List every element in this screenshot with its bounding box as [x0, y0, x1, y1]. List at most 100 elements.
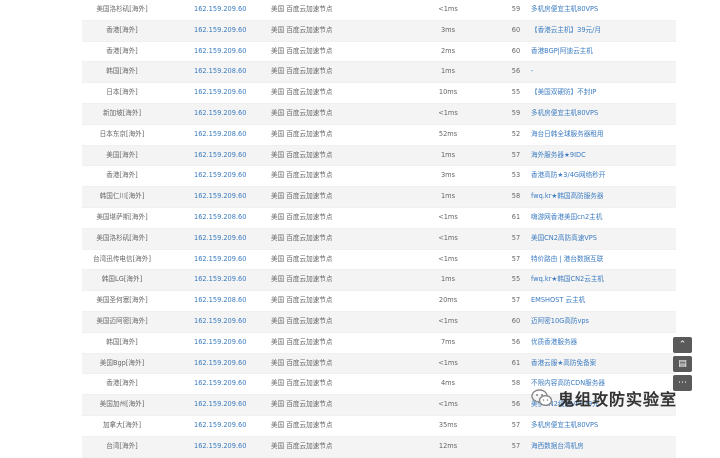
sponsor-link[interactable]: 香港BGP|阿迪云主机	[531, 42, 593, 62]
sponsor-link[interactable]: fwq.kr★韩国高防服务器	[531, 187, 603, 207]
ip-link[interactable]: 162.159.209.60	[194, 437, 246, 457]
isp-cell: 美国 百度云加速节点	[271, 129, 333, 138]
location-cell: 香港[海外]	[106, 25, 138, 34]
ttl-cell: 58	[511, 379, 521, 388]
isp-cell: 美国 百度云加速节点	[271, 5, 333, 13]
latency-cell: <1ms	[438, 233, 458, 242]
latency-cell: 35ms	[438, 420, 458, 429]
isp-cell: 美国 百度云加速节点	[271, 337, 333, 346]
table-row: 韩国LG[海外] 162.159.209.60 美国 百度云加速节点 1ms 55 fwq…	[82, 270, 676, 292]
latency-cell: 12ms	[438, 441, 458, 450]
sponsor-link[interactable]: 多机房便宜主机80VPS	[531, 0, 598, 20]
latency-cell: 10ms	[438, 88, 458, 97]
feedback-icon[interactable]: ▤	[673, 356, 692, 372]
ip-link[interactable]: 162.159.209.60	[194, 166, 246, 186]
table-row: 美国Bgp[海外] 162.159.209.60 美国 百度云加速节点 <1ms 61 香…	[82, 353, 676, 375]
isp-cell: 美国 百度云加速节点	[271, 67, 333, 76]
ip-link[interactable]: 162.159.209.60	[194, 354, 246, 374]
sponsor-link[interactable]: -	[531, 62, 533, 82]
sponsor-link[interactable]: 【香港云主机】39元/月	[531, 21, 601, 41]
ip-link[interactable]: 162.159.208.60	[194, 208, 246, 228]
ip-link[interactable]: 162.159.209.60	[194, 83, 246, 103]
location-cell: 韩国仁川[海外]	[99, 192, 145, 201]
ip-link[interactable]: 162.159.209.60	[194, 312, 246, 332]
location-cell: 美国洛杉矶[海外]	[96, 233, 148, 242]
sponsor-link[interactable]: 香港云服★高防免备案	[531, 354, 596, 374]
ip-link[interactable]: 162.159.209.60	[194, 333, 246, 353]
latency-cell: 4ms	[440, 379, 456, 388]
sponsor-link[interactable]: EMSHOST 云主机	[531, 291, 585, 311]
location-cell: 韩国[海外]	[106, 337, 138, 346]
latency-cell: 2ms	[440, 46, 456, 55]
location-cell: 日本东京[海外]	[99, 129, 145, 138]
ttl-cell: 56	[511, 400, 521, 409]
latency-cell: <1ms	[438, 5, 458, 13]
sponsor-link[interactable]: 【美国双硬防】不封IP	[531, 83, 596, 103]
isp-cell: 美国 百度云加速节点	[271, 296, 333, 305]
table-row: 台湾[海外] 162.159.209.60 美国 百度云加速节点 12ms 57 海西数据…	[82, 436, 676, 458]
location-cell: 美国迈阿密[海外]	[96, 316, 148, 325]
ip-link[interactable]: 162.159.209.60	[194, 374, 246, 394]
ttl-cell: 57	[511, 296, 521, 305]
sponsor-link[interactable]: fwq.kr★韩国CN2云主机	[531, 270, 604, 290]
sponsor-link[interactable]: 香港高防★3/4G网络秒开	[531, 166, 605, 186]
table-row: 韩国[海外] 162.159.209.60 美国 百度云加速节点 7ms 56 优质香港服…	[82, 333, 676, 354]
location-cell: 韩国[海外]	[106, 67, 138, 76]
ip-link[interactable]: 162.159.209.60	[194, 250, 246, 270]
ttl-cell: 57	[511, 233, 521, 242]
wechat-logo-icon	[531, 389, 553, 407]
ip-link[interactable]: 162.159.209.60	[194, 146, 246, 166]
table-row: 香港[海外] 162.159.209.60 美国 百度云加速节点 3ms 60 【香港云主…	[82, 20, 676, 42]
table-row: 加拿大[海外] 162.159.209.60 美国 百度云加速节点 35ms 57 多机房…	[82, 416, 676, 437]
ip-link[interactable]: 162.159.209.60	[194, 21, 246, 41]
isp-cell: 美国 百度云加速节点	[271, 316, 333, 325]
table-row: 美国圣何塞[海外] 162.159.208.60 美国 百度云加速节点 20ms 57 E…	[82, 291, 676, 312]
sponsor-link[interactable]: 多机房便宜主机80VPS	[531, 104, 598, 124]
sponsor-link[interactable]: 迈阿密10G高防vps	[531, 312, 589, 332]
ip-link[interactable]: 162.159.209.60	[194, 270, 246, 290]
sponsor-link[interactable]: 美国CN2高防高速VPS	[531, 229, 597, 249]
sponsor-link[interactable]: 海台日韩全球服务器租用	[531, 125, 604, 145]
isp-cell: 美国 百度云加速节点	[271, 441, 333, 450]
ip-link[interactable]: 162.159.208.60	[194, 291, 246, 311]
sponsor-link[interactable]: 嗨游网香港美国cn2主机	[531, 208, 602, 228]
isp-cell: 美国 百度云加速节点	[271, 233, 333, 242]
ip-link[interactable]: 162.159.209.60	[194, 395, 246, 415]
location-cell: 加拿大[海外]	[102, 420, 142, 429]
isp-cell: 美国 百度云加速节点	[271, 212, 333, 221]
ttl-cell: 57	[511, 254, 521, 263]
ip-link[interactable]: 162.159.209.60	[194, 42, 246, 62]
ip-link[interactable]: 162.159.209.60	[194, 0, 246, 20]
ip-link[interactable]: 162.159.208.60	[194, 125, 246, 145]
isp-cell: 美国 百度云加速节点	[271, 192, 333, 201]
ip-link[interactable]: 162.159.209.60	[194, 416, 246, 436]
table-row: 韩国[海外] 162.159.208.60 美国 百度云加速节点 1ms 56 -	[82, 62, 676, 84]
latency-cell: 3ms	[440, 171, 456, 180]
latency-cell: <1ms	[438, 400, 458, 409]
isp-cell: 美国 百度云加速节点	[271, 358, 333, 367]
location-cell: 美国堪萨斯[海外]	[96, 212, 148, 221]
ttl-cell: 56	[511, 337, 521, 346]
sponsor-link[interactable]: 优质香港服务器	[531, 333, 577, 353]
table-row: 美国洛杉矶[海外] 162.159.209.60 美国 百度云加速节点 <1ms 57 美…	[82, 228, 676, 250]
location-cell: 美国洛杉矶[海外]	[96, 5, 148, 13]
ip-link[interactable]: 162.159.209.60	[194, 229, 246, 249]
sponsor-link[interactable]: 海外服务器★9IDC	[531, 146, 586, 166]
ttl-cell: 61	[511, 358, 521, 367]
ip-link[interactable]: 162.159.208.60	[194, 62, 246, 82]
latency-cell: 1ms	[440, 67, 456, 76]
sponsor-link[interactable]: 特价路由 | 港台数据互联	[531, 250, 603, 270]
latency-cell: 20ms	[438, 296, 458, 305]
chevron-up-icon[interactable]: ⌃	[673, 337, 692, 353]
sponsor-link[interactable]: 海西数据台湾机房	[531, 437, 584, 457]
table-row: 日本东京[海外] 162.159.208.60 美国 百度云加速节点 52ms 52 海台…	[82, 125, 676, 146]
latency-cell: <1ms	[438, 316, 458, 325]
isp-cell: 美国 百度云加速节点	[271, 275, 333, 284]
sponsor-link[interactable]: 多机房便宜主机80VPS	[531, 416, 598, 436]
latency-cell: 52ms	[438, 129, 458, 138]
table-row: 韩国仁川[海外] 162.159.209.60 美国 百度云加速节点 1ms 58 fwq…	[82, 187, 676, 208]
ip-link[interactable]: 162.159.209.60	[194, 104, 246, 124]
table-row: 美国堪萨斯[海外] 162.159.208.60 美国 百度云加速节点 <1ms 61 嗨…	[82, 208, 676, 229]
ip-link[interactable]: 162.159.209.60	[194, 187, 246, 207]
table-row: 美国迈阿密[海外] 162.159.209.60 美国 百度云加速节点 <1ms 60 迈…	[82, 311, 676, 333]
